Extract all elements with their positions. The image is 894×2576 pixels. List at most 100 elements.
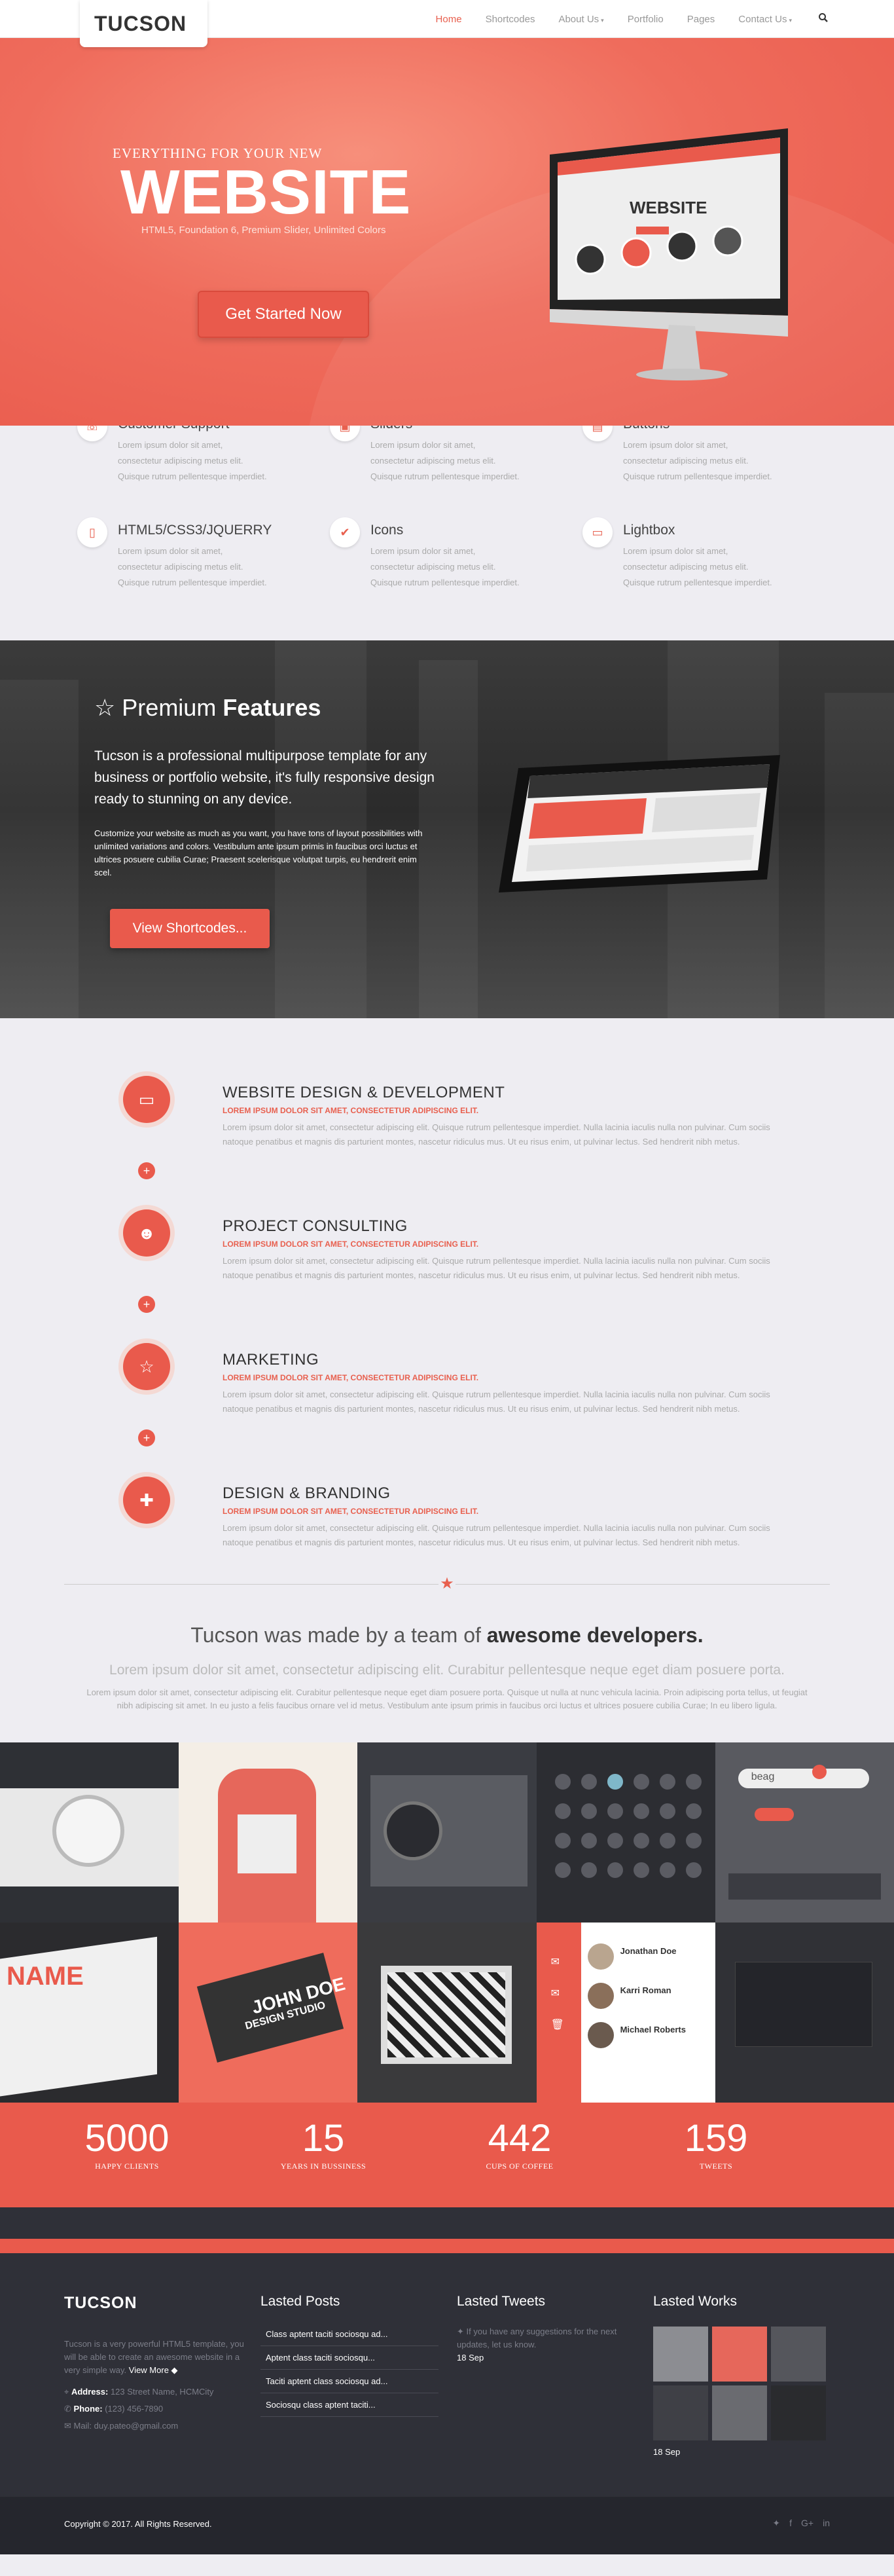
process-title: MARKETING xyxy=(223,1351,319,1369)
person-name: Michael Roberts xyxy=(620,2025,686,2034)
chevron-down-icon: ▾ xyxy=(789,16,792,24)
divider: ★ xyxy=(0,1575,894,1594)
post-list: Class aptent taciti sociosqu ad... Apten… xyxy=(260,2323,438,2417)
work-thumb[interactable] xyxy=(712,2327,767,2382)
avatar xyxy=(587,1983,614,2009)
avatar xyxy=(587,2022,614,2048)
mail-icon: ✉ xyxy=(550,1957,560,1968)
stat-label: YEARS IN BUSSINESS xyxy=(280,2162,367,2171)
footer-tweets: Lasted Tweets ✦ If you have any suggesti… xyxy=(457,2294,620,2364)
person-name: Jonathan Doe xyxy=(620,1946,677,1956)
service-title: HTML5/CSS3/JQUERRY xyxy=(118,523,272,538)
icon-set-image xyxy=(554,1774,702,1878)
footer-accent-strip xyxy=(0,2239,894,2253)
work-thumb[interactable] xyxy=(653,2327,708,2382)
service-text: Lorem ipsum dolor sit amet, consectetur … xyxy=(118,546,267,587)
portfolio-item[interactable] xyxy=(357,1923,537,2103)
mail-icon: ✉ xyxy=(64,2421,71,2431)
tweet-date: 18 Sep xyxy=(457,2353,484,2363)
process-title: PROJECT CONSULTING xyxy=(223,1217,408,1235)
process-subtitle: LOREM IPSUM DOLOR SIT AMET, CONSECTETUR … xyxy=(223,1373,479,1382)
person-name: Karri Roman xyxy=(620,1985,671,1995)
linkedin-icon[interactable]: in xyxy=(823,2518,830,2529)
work-thumb[interactable] xyxy=(712,2385,767,2440)
twitter-icon[interactable]: ✦ xyxy=(772,2518,780,2529)
check-icon: ✔ xyxy=(330,517,360,547)
footer: TUCSON Tucson is a very powerful HTML5 t… xyxy=(0,2253,894,2497)
logo-text: TUCSON xyxy=(94,12,187,35)
get-started-button[interactable]: Get Started Now xyxy=(198,291,369,338)
process-text: Lorem ipsum dolor sit amet, consectetur … xyxy=(223,1523,770,1547)
premium-lead: Tucson is a professional multipurpose te… xyxy=(94,748,435,807)
monitor-icon: ▭ xyxy=(582,517,613,547)
post-link[interactable]: Taciti aptent class sociosqu ad... xyxy=(260,2370,438,2393)
premium-body: Customize your website as much as you wa… xyxy=(94,828,423,877)
footer-logo[interactable]: TUCSON xyxy=(64,2294,247,2313)
work-thumb[interactable] xyxy=(771,2327,826,2382)
service-text: Lorem ipsum dolor sit amet, consectetur … xyxy=(370,440,520,481)
stat-tweets: 159 TWEETS xyxy=(618,2103,814,2207)
facebook-icon[interactable]: f xyxy=(789,2518,792,2529)
menu-item-home[interactable]: Home xyxy=(424,14,474,25)
avatar xyxy=(587,1943,614,1970)
portfolio-item[interactable]: beag xyxy=(715,1742,894,1923)
footer-about: TUCSON Tucson is a very powerful HTML5 t… xyxy=(64,2294,247,2435)
menu-item-about[interactable]: About Us ▾ xyxy=(546,14,615,25)
service-title: Icons xyxy=(370,523,404,538)
portfolio-item[interactable] xyxy=(357,1742,537,1923)
plus-icon[interactable]: + xyxy=(138,1429,155,1446)
stat-number: 5000 xyxy=(84,2117,170,2160)
post-link[interactable]: Class aptent taciti sociosqu ad... xyxy=(260,2323,438,2346)
post-link[interactable]: Sociosqu class aptent taciti... xyxy=(260,2393,438,2417)
monitor-image: WEBSITE xyxy=(550,128,788,380)
view-more-link[interactable]: View More ◆ xyxy=(129,2365,178,2375)
stat-years: 15 YEARS IN BUSSINESS xyxy=(225,2103,421,2207)
footer-heading: Lasted Tweets xyxy=(457,2294,546,2309)
portfolio-item[interactable]: JOHN DOE DESIGN STUDIO xyxy=(179,1923,358,2103)
portfolio-item[interactable]: ✉ ✉ 🗑 Jonathan Doe Karri Roman Michael R… xyxy=(536,1923,715,2103)
stats-counter-bar: 5000 HAPPY CLIENTS 15 YEARS IN BUSSINESS… xyxy=(0,2103,894,2207)
mail-link[interactable]: duy.pateo@gmail.com xyxy=(94,2421,179,2431)
portfolio-item[interactable]: NAME xyxy=(0,1923,179,2103)
process-subtitle: LOREM IPSUM DOLOR SIT AMET, CONSECTETUR … xyxy=(223,1507,479,1516)
work-thumb[interactable] xyxy=(771,2385,826,2440)
footer-heading: Lasted Posts xyxy=(260,2294,340,2309)
hero-title: WEBSITE xyxy=(120,157,412,227)
location-icon: ⌖ xyxy=(64,2387,69,2397)
menu-item-shortcodes[interactable]: Shortcodes xyxy=(474,14,547,25)
plus-icon[interactable]: + xyxy=(138,1162,155,1179)
search-icon[interactable] xyxy=(804,12,829,26)
stat-number: 159 xyxy=(684,2117,748,2160)
portfolio-item[interactable] xyxy=(715,1923,894,2103)
menu-item-contact[interactable]: Contact Us ▾ xyxy=(726,14,804,25)
plus-icon[interactable]: + xyxy=(138,1296,155,1313)
post-link[interactable]: Aptent class taciti sociosqu... xyxy=(260,2346,438,2370)
view-shortcodes-button[interactable]: View Shortcodes... xyxy=(110,909,270,948)
stat-number: 15 xyxy=(302,2117,345,2160)
work-thumb[interactable] xyxy=(653,2385,708,2440)
portfolio-item[interactable] xyxy=(179,1742,358,1923)
works-date: 18 Sep xyxy=(653,2447,681,2457)
portfolio-item[interactable] xyxy=(536,1742,715,1923)
team-lead: Lorem ipsum dolor sit amet, consectetur … xyxy=(109,1663,785,1678)
stat-coffee: 442 CUPS OF COFFEE xyxy=(421,2103,618,2207)
stat-label: HAPPY CLIENTS xyxy=(95,2162,159,2171)
stat-label: TWEETS xyxy=(699,2162,733,2171)
portfolio-item[interactable] xyxy=(0,1742,179,1923)
puzzle-icon: ✚ xyxy=(123,1477,170,1524)
team-heading: Tucson was made by a team of awesome dev… xyxy=(190,1623,704,1647)
star-icon: ☆ xyxy=(123,1343,170,1390)
star-icon: ★ xyxy=(438,1575,456,1593)
logo[interactable]: TUCSON xyxy=(80,0,207,47)
footer-heading: Lasted Works xyxy=(653,2294,737,2309)
services-section: ☏ Customer Support Lorem ipsum dolor sit… xyxy=(0,426,894,640)
footer-works: Lasted Works 18 Sep xyxy=(653,2294,826,2457)
footer-description: Tucson is a very powerful HTML5 template… xyxy=(64,2339,244,2375)
google-plus-icon[interactable]: G+ xyxy=(801,2518,814,2529)
menu-item-pages[interactable]: Pages xyxy=(675,14,727,25)
menu-item-portfolio[interactable]: Portfolio xyxy=(616,14,675,25)
hero-subtitle: HTML5, Foundation 6, Premium Slider, Unl… xyxy=(141,225,386,236)
premium-features-section: ☆ Premium Features Tucson is a professio… xyxy=(0,640,894,1018)
background-building xyxy=(0,680,79,1018)
service-title: Customer Support xyxy=(118,426,229,432)
